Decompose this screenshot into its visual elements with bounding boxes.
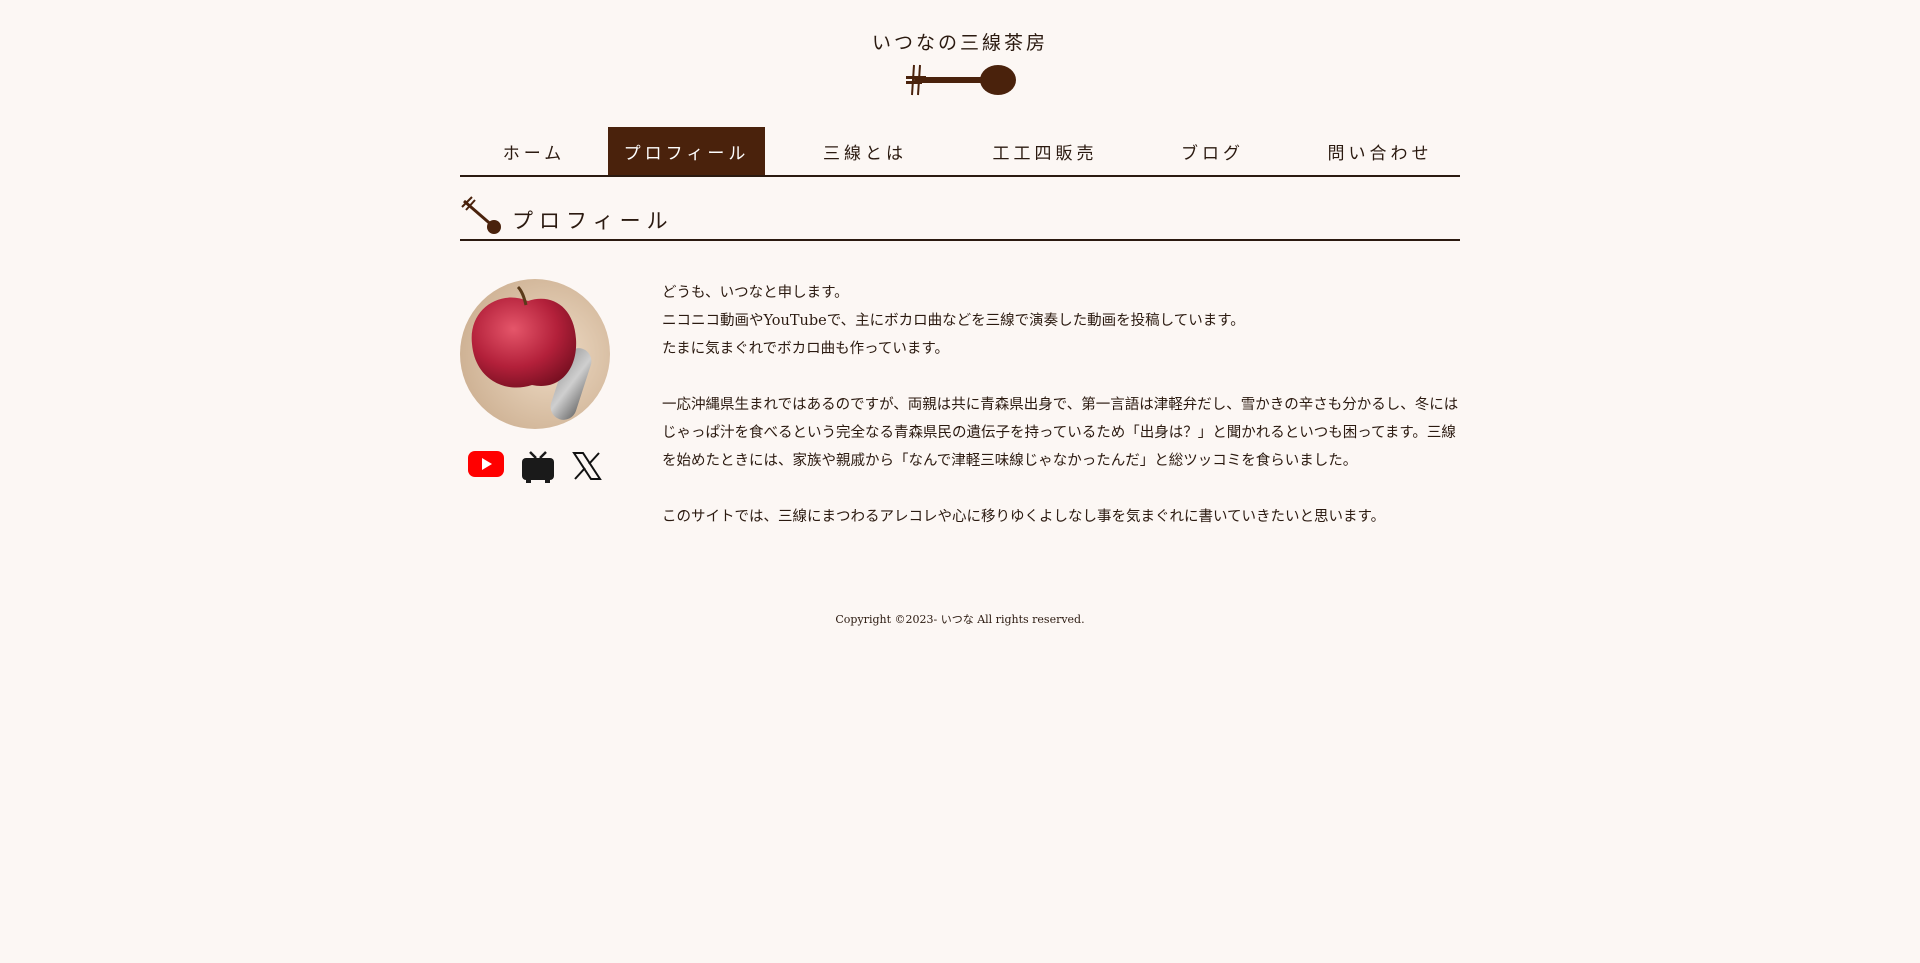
sanshin-logo-icon[interactable]: [900, 61, 1020, 99]
background-paragraph: 一応沖縄県生まれではあるのですが、両親は共に青森県出身で、第一言語は津軽弁だし、…: [662, 397, 1459, 469]
site-header: いつなの三線茶房: [0, 0, 1920, 99]
niconico-icon[interactable]: [521, 451, 555, 487]
avatar: [460, 279, 610, 429]
nav-kunkunshi[interactable]: 工工四販売: [965, 127, 1125, 175]
nav-profile[interactable]: プロフィール: [608, 127, 765, 175]
nav-blog[interactable]: ブログ: [1125, 127, 1300, 175]
main-nav: ホーム プロフィール 三線とは 工工四販売 ブログ 問い合わせ: [460, 127, 1460, 177]
profile-content: どうも、いつなと申します。 ニコニコ動画やYouTubeで、主にボカロ曲などを三…: [460, 279, 1460, 531]
sanshin-heading-icon: [461, 196, 501, 234]
intro-line-1: どうも、いつなと申します。: [662, 285, 849, 301]
nav-home[interactable]: ホーム: [460, 127, 608, 175]
x-icon[interactable]: [572, 451, 602, 487]
page-title: プロフィール: [512, 209, 674, 233]
intro-line-3: たまに気まぐれでボカロ曲も作っています。: [662, 341, 949, 357]
profile-sidebar: [460, 279, 610, 531]
youtube-icon[interactable]: [468, 451, 504, 487]
section-heading: プロフィール: [460, 196, 1460, 241]
footer-copyright: Copyright ©2023- いつな All rights reserved…: [835, 613, 1085, 626]
site-title[interactable]: いつなの三線茶房: [0, 28, 1920, 55]
nav-sanshin[interactable]: 三線とは: [765, 127, 965, 175]
profile-text: どうも、いつなと申します。 ニコニコ動画やYouTubeで、主にボカロ曲などを三…: [662, 279, 1460, 531]
nav-contact[interactable]: 問い合わせ: [1300, 127, 1460, 175]
social-links: [468, 451, 602, 487]
intro-line-2: ニコニコ動画やYouTubeで、主にボカロ曲などを三線で演奏した動画を投稿してい…: [662, 313, 1245, 329]
site-purpose-paragraph: このサイトでは、三線にまつわるアレコレや心に移りゆくよしなし事を気まぐれに書いて…: [662, 509, 1386, 525]
